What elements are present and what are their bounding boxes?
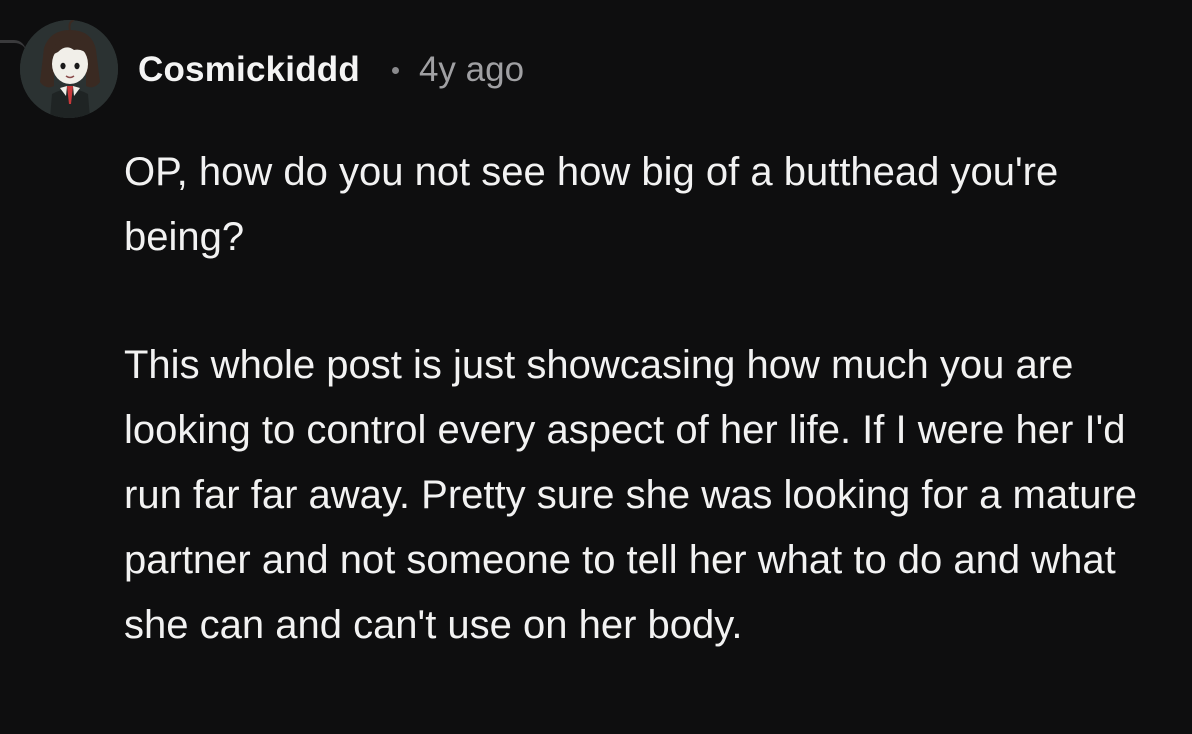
separator-dot-icon bbox=[391, 66, 399, 74]
comment: Cosmickiddd 4y ago OP, how do you not se… bbox=[0, 0, 1192, 734]
comment-paragraph-1: OP, how do you not see how big of a butt… bbox=[124, 150, 1059, 259]
timestamp: 4y ago bbox=[418, 50, 525, 89]
username-link[interactable]: Cosmickiddd bbox=[138, 50, 360, 90]
user-avatar-icon bbox=[20, 20, 118, 118]
avatar[interactable] bbox=[20, 20, 118, 118]
comment-body: OP, how do you not see how big of a butt… bbox=[124, 140, 1174, 658]
comment-meta: Cosmickiddd 4y ago bbox=[138, 46, 524, 94]
comment-paragraph-2: This whole post is just showcasing how m… bbox=[124, 343, 1138, 647]
